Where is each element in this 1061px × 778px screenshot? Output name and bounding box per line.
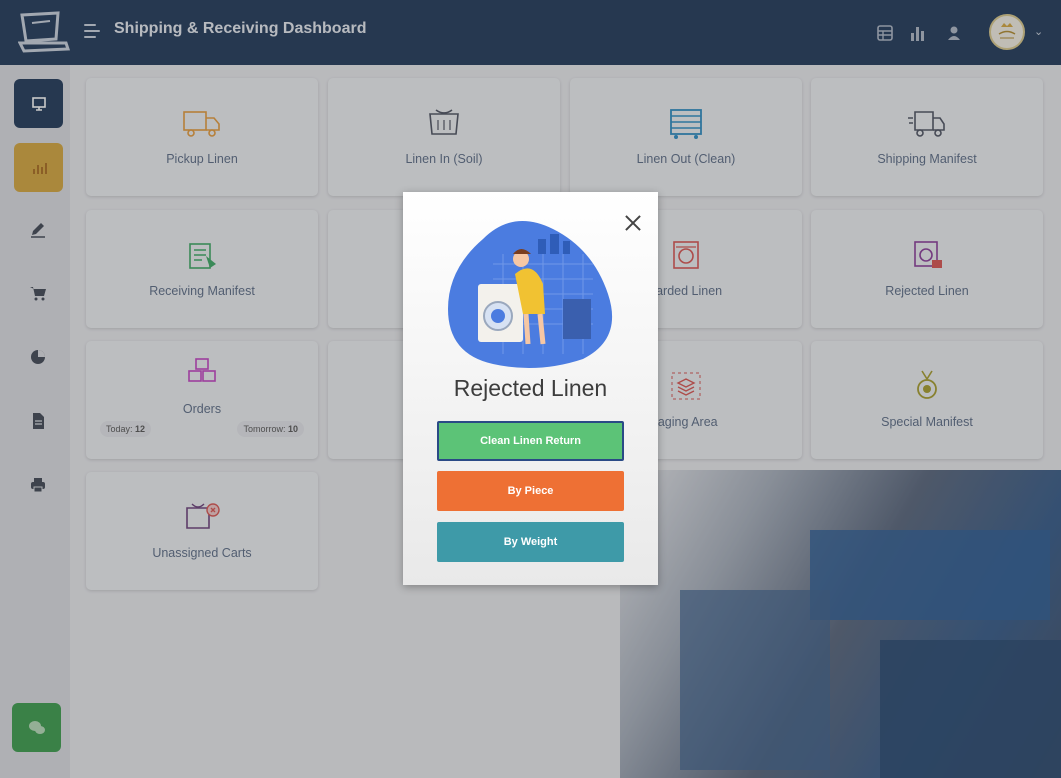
clean-linen-return-button[interactable]: Clean Linen Return [437,421,624,461]
by-piece-button[interactable]: By Piece [437,471,624,511]
by-weight-button[interactable]: By Weight [437,522,624,562]
laundry-illustration [448,221,613,368]
modal-title: Rejected Linen [453,375,608,401]
close-icon[interactable] [624,214,642,232]
rejected-linen-modal: Rejected Linen Clean Linen Return By Pie… [403,192,658,585]
